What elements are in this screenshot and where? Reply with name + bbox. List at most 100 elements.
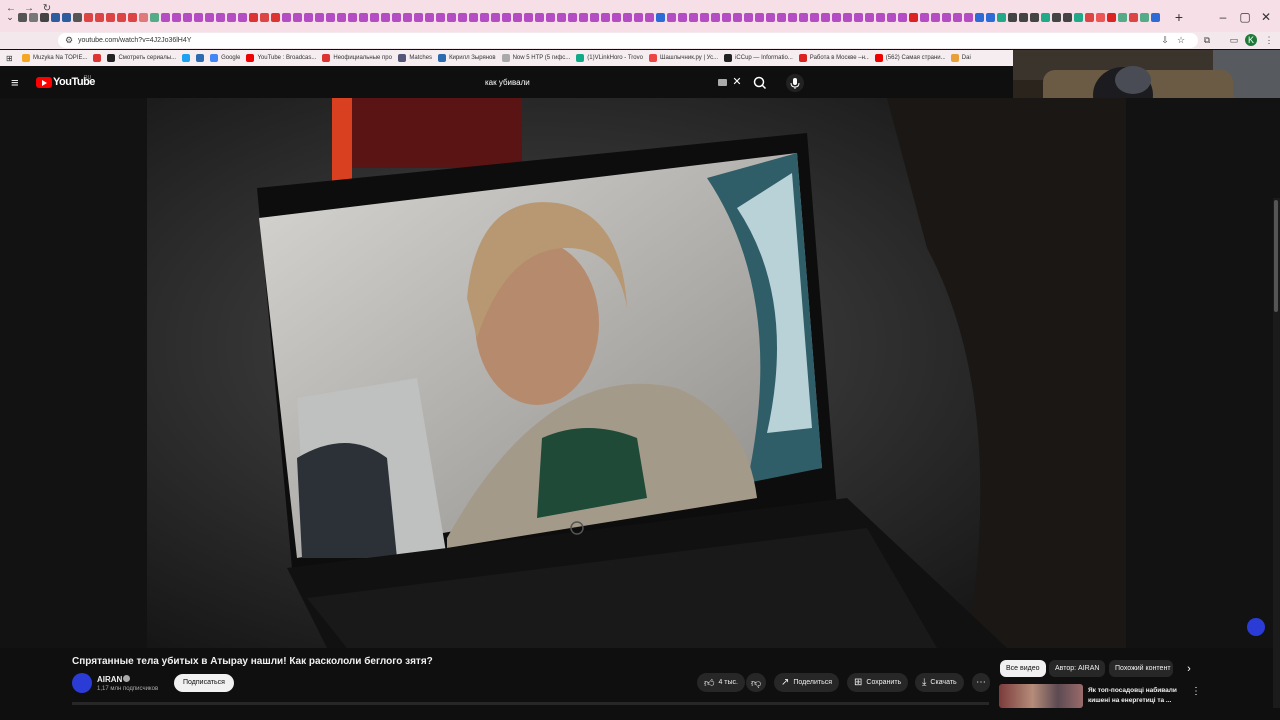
tab-favicon[interactable] — [986, 13, 995, 22]
tab-favicon[interactable] — [513, 13, 522, 22]
dislike-button[interactable]: 👎︎ — [746, 673, 767, 692]
minimize-icon[interactable]: – — [1216, 10, 1230, 24]
tab-favicon[interactable] — [711, 13, 720, 22]
bookmark-item[interactable] — [196, 54, 205, 62]
more-icon[interactable]: ⋮ — [1191, 686, 1201, 698]
clear-search-icon[interactable]: ✕ — [731, 76, 743, 88]
tab-favicon[interactable] — [601, 13, 610, 22]
tab-strip[interactable] — [18, 11, 1188, 25]
bookmark-item[interactable]: Muzyka Na TOPIE... — [22, 54, 87, 62]
tab-favicon[interactable] — [744, 13, 753, 22]
tab-favicon[interactable] — [931, 13, 940, 22]
tab-favicon[interactable] — [865, 13, 874, 22]
video-player[interactable] — [147, 98, 1126, 648]
floating-extension-icon[interactable] — [1247, 618, 1265, 636]
recommendation-title[interactable]: Як топ-посадовці набивали кишені на енер… — [1088, 686, 1183, 706]
tab-favicon[interactable] — [1063, 13, 1072, 22]
tab-favicon[interactable] — [1118, 13, 1127, 22]
search-button[interactable] — [752, 75, 768, 91]
tab-favicon[interactable] — [271, 13, 280, 22]
tab-favicon[interactable] — [1096, 13, 1105, 22]
tab-favicon[interactable] — [524, 13, 533, 22]
tab-favicon[interactable] — [139, 13, 148, 22]
tab-favicon[interactable] — [348, 13, 357, 22]
tab-favicon[interactable] — [227, 13, 236, 22]
tab-favicon[interactable] — [293, 13, 302, 22]
tab-favicon[interactable] — [678, 13, 687, 22]
tab-favicon[interactable] — [590, 13, 599, 22]
share-button[interactable]: ↗ Поделиться — [774, 673, 840, 692]
tab-favicon[interactable] — [128, 13, 137, 22]
tab-favicon[interactable] — [150, 13, 159, 22]
tab-favicon[interactable] — [216, 13, 225, 22]
search-input[interactable]: как убивали — [485, 78, 530, 87]
bookmark-item[interactable]: YouTube : Broadcas... — [246, 54, 316, 62]
tab-favicon[interactable] — [656, 13, 665, 22]
tab-favicon[interactable] — [843, 13, 852, 22]
chip-by-author[interactable]: Автор: AIRAN — [1049, 660, 1106, 677]
tab-favicon[interactable] — [106, 13, 115, 22]
bookmark-item[interactable]: Matches — [398, 54, 432, 62]
tab-favicon[interactable] — [469, 13, 478, 22]
tab-favicon[interactable] — [161, 13, 170, 22]
bookmark-item[interactable]: Dai — [950, 54, 971, 62]
tab-favicon[interactable] — [502, 13, 511, 22]
bookmark-item[interactable] — [182, 54, 191, 62]
tab-favicon[interactable] — [535, 13, 544, 22]
bookmark-item[interactable]: Неофициальные прох... — [322, 54, 392, 62]
more-actions-button[interactable]: ⋯ — [972, 673, 990, 692]
like-button[interactable]: 👍︎ 4 тыс. — [697, 673, 745, 692]
channel-name[interactable]: AIRAN — [97, 675, 122, 684]
tab-favicon[interactable] — [238, 13, 247, 22]
bookmark-item[interactable]: Now 5 HTP (5 гифс... — [501, 54, 570, 62]
recommendation-thumbnail[interactable] — [999, 684, 1083, 708]
tab-favicon[interactable] — [975, 13, 984, 22]
tab-favicon[interactable] — [183, 13, 192, 22]
tab-favicon[interactable] — [799, 13, 808, 22]
tab-favicon[interactable] — [73, 13, 82, 22]
tab-favicon[interactable] — [623, 13, 632, 22]
tab-favicon[interactable] — [95, 13, 104, 22]
tab-favicon[interactable] — [491, 13, 500, 22]
tab-favicon[interactable] — [84, 13, 93, 22]
forward-icon[interactable]: → — [22, 2, 36, 16]
tab-favicon[interactable] — [326, 13, 335, 22]
tab-favicon[interactable] — [733, 13, 742, 22]
tab-favicon[interactable] — [1052, 13, 1061, 22]
tab-favicon[interactable] — [964, 13, 973, 22]
tab-favicon[interactable] — [458, 13, 467, 22]
tab-favicon[interactable] — [755, 13, 764, 22]
tab-favicon[interactable] — [810, 13, 819, 22]
menu-icon[interactable]: ≡ — [11, 76, 25, 90]
tab-favicon[interactable] — [403, 13, 412, 22]
voice-search-button[interactable] — [786, 74, 804, 92]
address-bar[interactable] — [58, 33, 1198, 48]
tab-favicon[interactable] — [579, 13, 588, 22]
bookmark-item[interactable]: Кирилл Зырянов — [438, 54, 496, 62]
tab-favicon[interactable] — [997, 13, 1006, 22]
tab-favicon[interactable] — [337, 13, 346, 22]
apps-icon[interactable]: ⊞ — [6, 54, 16, 63]
tab-favicon[interactable] — [249, 13, 258, 22]
browser-menu-icon[interactable]: ⋮ — [1263, 34, 1275, 46]
extensions-icon[interactable]: ⧉ — [1201, 34, 1213, 46]
tab-favicon[interactable] — [920, 13, 929, 22]
tab-favicon[interactable] — [1030, 13, 1039, 22]
close-window-icon[interactable]: ✕ — [1259, 10, 1273, 24]
tab-favicon[interactable] — [1140, 13, 1149, 22]
tab-favicon[interactable] — [1074, 13, 1083, 22]
tab-favicon[interactable] — [1107, 13, 1116, 22]
tab-favicon[interactable] — [953, 13, 962, 22]
back-icon[interactable]: ← — [4, 2, 18, 16]
tab-favicon[interactable] — [315, 13, 324, 22]
tab-favicon[interactable] — [1008, 13, 1017, 22]
tab-favicon[interactable] — [370, 13, 379, 22]
reload-icon[interactable]: ↻ — [40, 2, 54, 16]
bookmark-item[interactable] — [93, 54, 102, 62]
tab-favicon[interactable] — [62, 13, 71, 22]
tab-favicon[interactable] — [304, 13, 313, 22]
tab-favicon[interactable] — [117, 13, 126, 22]
save-button[interactable]: ⊞ Сохранить — [847, 673, 909, 692]
tab-favicon[interactable] — [1129, 13, 1138, 22]
tab-favicon[interactable] — [205, 13, 214, 22]
